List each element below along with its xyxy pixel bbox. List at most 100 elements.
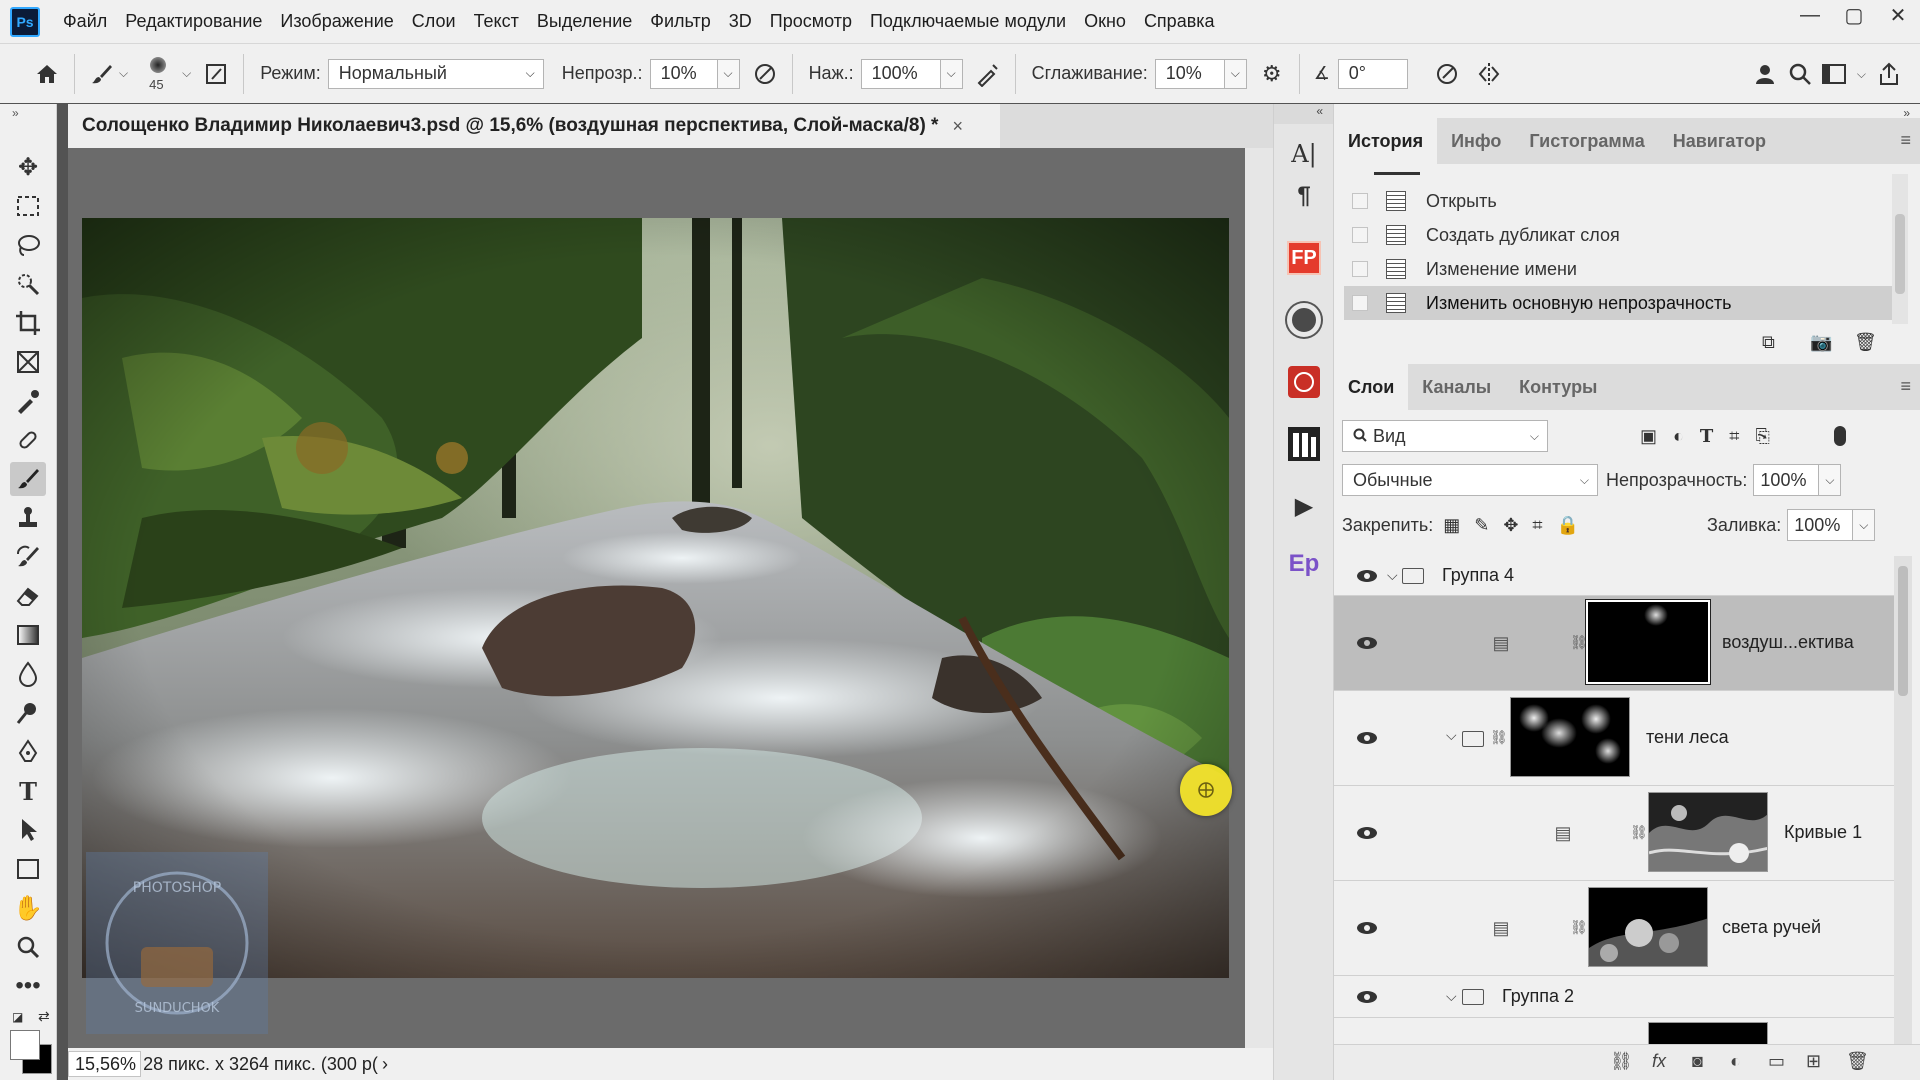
plugin-circle-icon[interactable] xyxy=(1284,300,1324,340)
zoom-level-field[interactable]: 15,56% xyxy=(68,1051,142,1077)
blend-mode-select[interactable]: Обычные ⌵ xyxy=(1342,464,1598,496)
new-adjustment-layer-icon[interactable]: ◐ xyxy=(1730,1051,1741,1072)
tab-navigator[interactable]: Навигатор xyxy=(1659,118,1780,164)
chevron-right-icon[interactable]: › xyxy=(382,1054,388,1075)
gradient-tool-icon[interactable] xyxy=(10,618,46,652)
history-item[interactable]: Создать дубликат слоя xyxy=(1344,218,1892,252)
chevron-down-icon[interactable]: ⌵ xyxy=(717,58,740,89)
layer-row-group2[interactable]: ⌵ Группа 2 xyxy=(1334,976,1894,1018)
eye-icon[interactable] xyxy=(1356,569,1378,583)
foreground-color-swatch[interactable] xyxy=(10,1030,40,1060)
new-layer-icon[interactable]: ⊞ xyxy=(1806,1051,1821,1072)
add-mask-icon[interactable]: ◙ xyxy=(1692,1051,1703,1072)
menu-layers[interactable]: Слои xyxy=(403,11,465,32)
trash-icon[interactable]: 🗑 xyxy=(1846,1051,1869,1072)
lock-position-icon[interactable]: ✥ xyxy=(1503,515,1518,536)
layer-row-curves1[interactable]: ▤ ⛓ Кривые 1 xyxy=(1334,786,1894,881)
path-selection-tool-icon[interactable] xyxy=(10,813,46,847)
layer-mask-thumbnail[interactable] xyxy=(1585,599,1711,685)
plugin-bars-icon[interactable] xyxy=(1284,424,1324,464)
history-snapshot-checkbox[interactable] xyxy=(1352,227,1368,243)
history-item[interactable]: Открыть xyxy=(1344,184,1892,218)
character-panel-icon[interactable]: A| xyxy=(1284,134,1324,174)
home-icon[interactable] xyxy=(30,57,64,91)
eye-icon[interactable] xyxy=(1356,921,1378,935)
menu-window[interactable]: Окно xyxy=(1075,11,1135,32)
document-info[interactable]: 28 пикс. x 3264 пикс. (300 р( xyxy=(143,1054,378,1075)
eraser-tool-icon[interactable] xyxy=(10,579,46,613)
layer-filter-select[interactable]: Вид ⌵ xyxy=(1342,420,1548,452)
layers-scrollbar[interactable] xyxy=(1894,556,1912,1044)
menu-plugins[interactable]: Подключаемые модули xyxy=(861,11,1075,32)
layer-mask-thumbnail[interactable] xyxy=(1648,1022,1768,1044)
chevron-down-icon[interactable]: ⌵ xyxy=(1446,727,1457,744)
tab-paths[interactable]: Контуры xyxy=(1505,364,1611,410)
new-document-from-state-icon[interactable]: ⧉ xyxy=(1762,332,1775,353)
crop-tool-icon[interactable] xyxy=(10,306,46,340)
smoothing-field[interactable]: 10% xyxy=(1154,58,1225,89)
lock-pixels-icon[interactable]: ✎ xyxy=(1474,515,1489,536)
symmetry-icon[interactable] xyxy=(1472,57,1506,91)
tab-channels[interactable]: Каналы xyxy=(1408,364,1505,410)
type-tool-icon[interactable]: T xyxy=(10,774,46,808)
canvas-vertical-scrollbar[interactable] xyxy=(1245,148,1273,1048)
more-tools-icon[interactable]: ••• xyxy=(10,969,46,1003)
fp-plugin-icon[interactable]: FP xyxy=(1284,238,1324,278)
history-item-active[interactable]: Изменить основную непрозрачность xyxy=(1344,286,1892,320)
angle-field[interactable]: 0° xyxy=(1337,58,1408,89)
history-snapshot-checkbox[interactable] xyxy=(1352,295,1368,311)
actions-play-icon[interactable]: ▶ xyxy=(1284,486,1324,526)
history-snapshot-checkbox[interactable] xyxy=(1352,261,1368,277)
history-brush-tool-icon[interactable] xyxy=(10,540,46,574)
hand-tool-icon[interactable]: ✋ xyxy=(10,891,46,925)
mode-select[interactable]: Нормальный ⌵ xyxy=(327,58,544,89)
layer-opacity-field[interactable]: 100% xyxy=(1753,464,1820,496)
collapse-panels-icon[interactable]: « xyxy=(1274,104,1333,124)
link-icon[interactable]: ⛓ xyxy=(1630,824,1648,841)
lock-all-icon[interactable]: 🔒 xyxy=(1557,515,1579,536)
brush-settings-icon[interactable] xyxy=(199,57,233,91)
tab-info[interactable]: Инфо xyxy=(1437,118,1515,164)
marquee-tool-icon[interactable] xyxy=(10,189,46,223)
menu-view[interactable]: Просмотр xyxy=(761,11,861,32)
plugin-red-icon[interactable] xyxy=(1284,362,1324,402)
dodge-tool-icon[interactable] xyxy=(10,696,46,730)
link-icon[interactable]: ⛓ xyxy=(1570,919,1588,936)
chevron-down-icon[interactable]: ⌵ xyxy=(1387,567,1398,584)
paragraph-panel-icon[interactable]: ¶ xyxy=(1284,176,1324,216)
layer-mask-thumbnail[interactable] xyxy=(1648,792,1768,872)
frame-tool-icon[interactable] xyxy=(10,345,46,379)
link-icon[interactable]: ⛓ xyxy=(1490,729,1508,746)
eyedropper-tool-icon[interactable] xyxy=(10,384,46,418)
close-window-button[interactable]: ✕ xyxy=(1876,0,1920,30)
filter-pixel-icon[interactable]: ▣ xyxy=(1640,426,1657,447)
tab-layers[interactable]: Слои xyxy=(1334,364,1409,410)
flow-field[interactable]: 100% xyxy=(860,58,941,89)
share-user-icon[interactable] xyxy=(1749,57,1783,91)
filter-smart-object-icon[interactable]: ⎘ xyxy=(1755,426,1769,447)
pen-tool-icon[interactable] xyxy=(10,735,46,769)
chevron-down-icon[interactable]: ⌵ xyxy=(1819,464,1842,496)
filter-type-icon[interactable]: T xyxy=(1700,426,1713,447)
history-scrollbar[interactable] xyxy=(1892,174,1908,324)
opacity-field[interactable]: 10% xyxy=(649,58,718,89)
link-layers-icon[interactable]: ⛓ xyxy=(1610,1051,1633,1072)
lock-artboard-icon[interactable]: ⌗ xyxy=(1532,515,1542,536)
menu-file[interactable]: Файл xyxy=(54,11,116,32)
filter-toggle[interactable] xyxy=(1833,426,1846,446)
chevron-down-icon[interactable]: ⌵ xyxy=(119,66,128,81)
chevron-down-icon[interactable]: ⌵ xyxy=(182,66,191,81)
menu-filter[interactable]: Фильтр xyxy=(641,11,719,32)
layer-row-group4[interactable]: ⌵ Группа 4 xyxy=(1334,556,1894,596)
chevron-down-icon[interactable]: ⌵ xyxy=(940,58,963,89)
pressure-opacity-icon[interactable] xyxy=(748,57,782,91)
collapse-toolbar-icon[interactable]: » xyxy=(12,106,19,120)
trash-icon[interactable]: 🗑 xyxy=(1854,332,1877,353)
brush-tool-preset-icon[interactable] xyxy=(85,57,119,91)
menu-select[interactable]: Выделение xyxy=(528,11,641,32)
panel-menu-icon[interactable]: ≡ xyxy=(1900,376,1911,397)
airbrush-icon[interactable] xyxy=(971,57,1005,91)
move-tool-icon[interactable]: ✥ xyxy=(10,150,46,184)
gear-icon[interactable]: ⚙ xyxy=(1255,57,1289,91)
fill-field[interactable]: 100% xyxy=(1787,509,1854,541)
